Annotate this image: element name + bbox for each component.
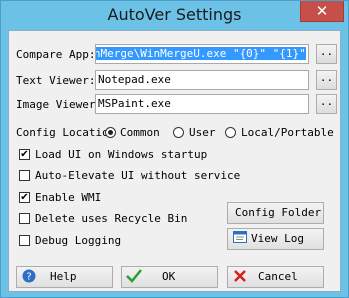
checkbox-debug-logging-label: Debug Logging [35, 234, 122, 247]
checkbox-auto-elevate-label: Auto-Elevate UI without service [35, 169, 241, 182]
help-button[interactable]: ? Help [16, 266, 113, 288]
radio-common[interactable] [105, 127, 116, 138]
ok-button[interactable]: OK [121, 266, 218, 288]
checkbox-debug-logging[interactable] [19, 235, 30, 246]
compare-app-field[interactable]: \WinMerge\WinMergeU.exe "{0}" "{1}" [95, 44, 309, 64]
radio-local-portable[interactable] [225, 127, 236, 138]
config-folder-button[interactable]: Config Folder [227, 202, 324, 224]
log-window-icon [232, 231, 248, 247]
text-viewer-label: Text Viewer: [16, 74, 96, 87]
image-viewer-browse-button[interactable]: .. [316, 94, 337, 114]
view-log-label: View Log [251, 232, 304, 245]
image-viewer-field[interactable]: MSPaint.exe [95, 94, 309, 114]
checkbox-load-ui-startup[interactable]: ✔ [19, 149, 30, 160]
ok-label: OK [162, 270, 176, 283]
cancel-label: Cancel [258, 270, 298, 283]
settings-window: AutoVer Settings ✕ Compare App: \WinMerg… [0, 0, 349, 298]
checkbox-load-ui-startup-label: Load UI on Windows startup [35, 148, 208, 161]
config-folder-label: Config Folder [235, 206, 322, 219]
compare-app-browse-button[interactable]: .. [316, 44, 337, 64]
radio-user-label: User [189, 126, 216, 139]
window-title: AutoVer Settings [107, 5, 242, 24]
cancel-button[interactable]: Cancel [227, 266, 324, 288]
title-bar: AutoVer Settings ✕ [1, 1, 348, 29]
checkbox-enable-wmi[interactable]: ✔ [19, 192, 30, 203]
compare-app-label: Compare App: [16, 48, 96, 61]
radio-local-portable-label: Local/Portable [241, 126, 334, 139]
radio-user[interactable] [173, 127, 184, 138]
text-viewer-field[interactable]: Notepad.exe [95, 70, 309, 90]
checkbox-enable-wmi-label: Enable WMI [35, 191, 102, 204]
ok-check-icon [126, 269, 142, 285]
settings-panel: Compare App: \WinMerge\WinMergeU.exe "{0… [8, 30, 341, 292]
help-icon: ? [21, 269, 37, 285]
help-label: Help [50, 270, 77, 283]
text-viewer-browse-button[interactable]: .. [316, 70, 337, 90]
view-log-button[interactable]: View Log [227, 228, 324, 250]
radio-common-label: Common [120, 126, 160, 139]
image-viewer-label: Image Viewer: [16, 98, 103, 111]
cancel-x-icon [232, 269, 248, 285]
checkbox-recycle-bin-label: Delete uses Recycle Bin [35, 212, 188, 225]
compare-app-value: \WinMerge\WinMergeU.exe "{0}" "{1}" [96, 47, 306, 60]
config-location-label: Config Location [16, 126, 116, 139]
checkbox-auto-elevate[interactable] [19, 170, 30, 181]
checkbox-recycle-bin[interactable] [19, 213, 30, 224]
svg-text:?: ? [26, 272, 31, 283]
close-button[interactable]: ✕ [300, 1, 344, 22]
